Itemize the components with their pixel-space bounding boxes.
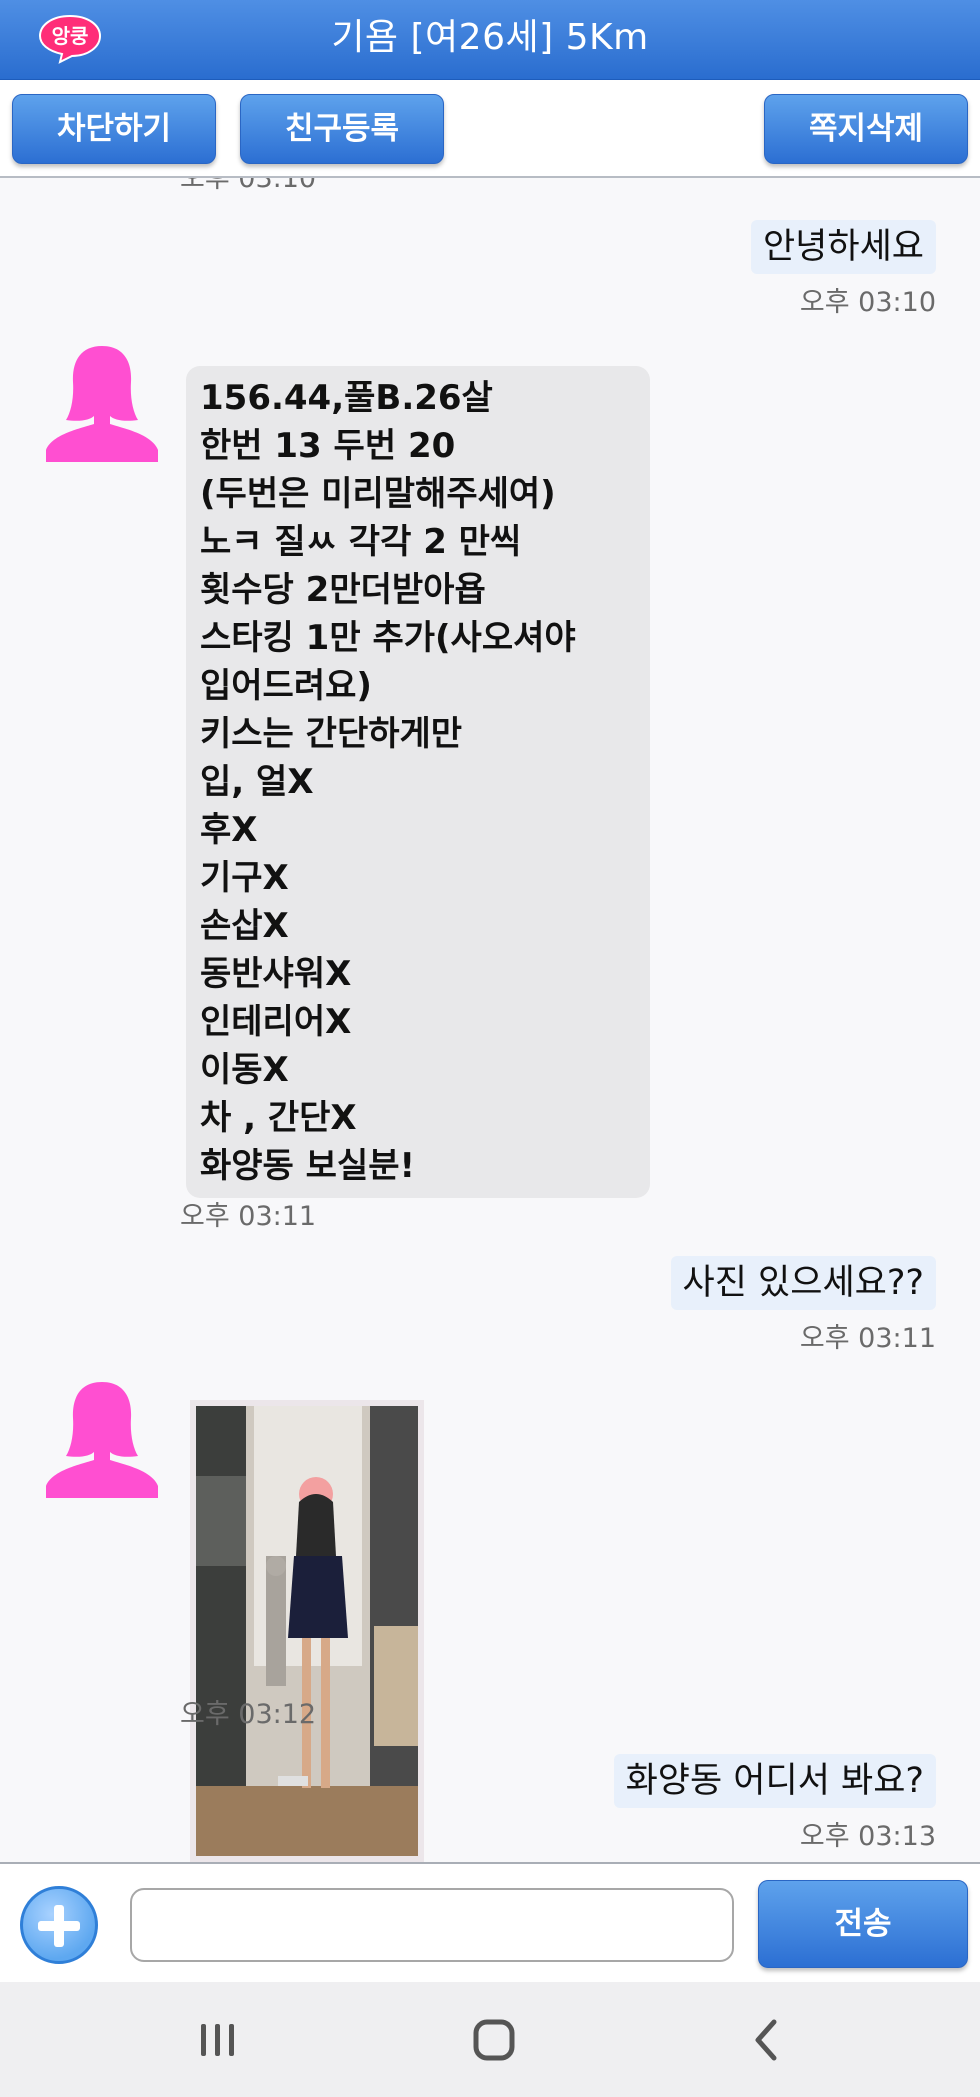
delete-messages-button[interactable]: 쪽지삭제 bbox=[764, 94, 968, 164]
chat-title: 기욤 [여26세] 5Km bbox=[331, 17, 649, 58]
message-timestamp: 오후 03:13 bbox=[799, 1821, 936, 1852]
message-line: 동반샤워X bbox=[200, 954, 352, 994]
outgoing-message: 화양동 어디서 봐요? bbox=[613, 1754, 936, 1808]
message-line: 차 , 간단X bbox=[200, 1098, 357, 1138]
outgoing-message: 안녕하세요 bbox=[750, 220, 936, 274]
photo-message[interactable] bbox=[190, 1400, 424, 1862]
photo-image bbox=[196, 1406, 418, 1856]
message-timestamp: 오후 03:11 bbox=[180, 1201, 317, 1232]
back-icon[interactable] bbox=[728, 2004, 808, 2074]
chat-list[interactable]: 오후 03:10 안녕하세요 오후 03:10 156.44,풀B.26살 한번… bbox=[0, 178, 980, 1862]
message-line: 기구X bbox=[200, 858, 289, 898]
add-friend-button[interactable]: 친구등록 bbox=[240, 94, 444, 164]
composer-bar: 전송 bbox=[0, 1862, 980, 1982]
message-line: 키스는 간단하게만 bbox=[200, 714, 463, 754]
message-line: 후X bbox=[200, 810, 258, 850]
message-line: 입, 얼X bbox=[200, 762, 314, 802]
action-bar: 차단하기 친구등록 쪽지삭제 bbox=[0, 80, 980, 178]
message-line: 인테리어X bbox=[200, 1002, 352, 1042]
outgoing-message: 사진 있으세요?? bbox=[670, 1256, 936, 1310]
block-button[interactable]: 차단하기 bbox=[12, 94, 216, 164]
message-line: 한번 13 두번 20 bbox=[200, 426, 456, 466]
message-line: (두번은 미리말해주세여) bbox=[200, 474, 556, 514]
female-avatar-icon[interactable] bbox=[42, 1378, 162, 1498]
message-timestamp: 오후 03:10 bbox=[180, 178, 317, 194]
send-button[interactable]: 전송 bbox=[758, 1880, 968, 1968]
message-line: 입어드려요) bbox=[200, 666, 372, 706]
female-avatar-icon[interactable] bbox=[42, 342, 162, 462]
incoming-message: 156.44,풀B.26살 한번 13 두번 20 (두번은 미리말해주세여) … bbox=[186, 366, 650, 1198]
home-icon[interactable] bbox=[454, 2004, 534, 2074]
message-line: 손삽X bbox=[200, 906, 289, 946]
title-bar: 앙쿵 기욤 [여26세] 5Km bbox=[0, 0, 980, 80]
message-line: 156.44,풀B.26살 bbox=[200, 378, 493, 418]
message-line: 횟수당 2만더받아욥 bbox=[200, 570, 486, 610]
message-line: 화양동 보실분! bbox=[200, 1146, 416, 1186]
message-input[interactable] bbox=[130, 1888, 734, 1962]
recent-apps-icon[interactable] bbox=[178, 2004, 258, 2074]
system-nav-bar bbox=[0, 1982, 980, 2097]
message-line: 스타킹 1만 추가(사오셔야 bbox=[200, 618, 576, 658]
message-line: 노ㅋ 질ㅆ 각각 2 만씩 bbox=[200, 522, 522, 562]
plus-circle-icon[interactable] bbox=[20, 1886, 98, 1964]
message-timestamp: 오후 03:10 bbox=[799, 287, 936, 318]
message-timestamp: 오후 03:12 bbox=[180, 1699, 317, 1730]
message-timestamp: 오후 03:11 bbox=[799, 1323, 936, 1354]
message-line: 이동X bbox=[200, 1050, 289, 1090]
